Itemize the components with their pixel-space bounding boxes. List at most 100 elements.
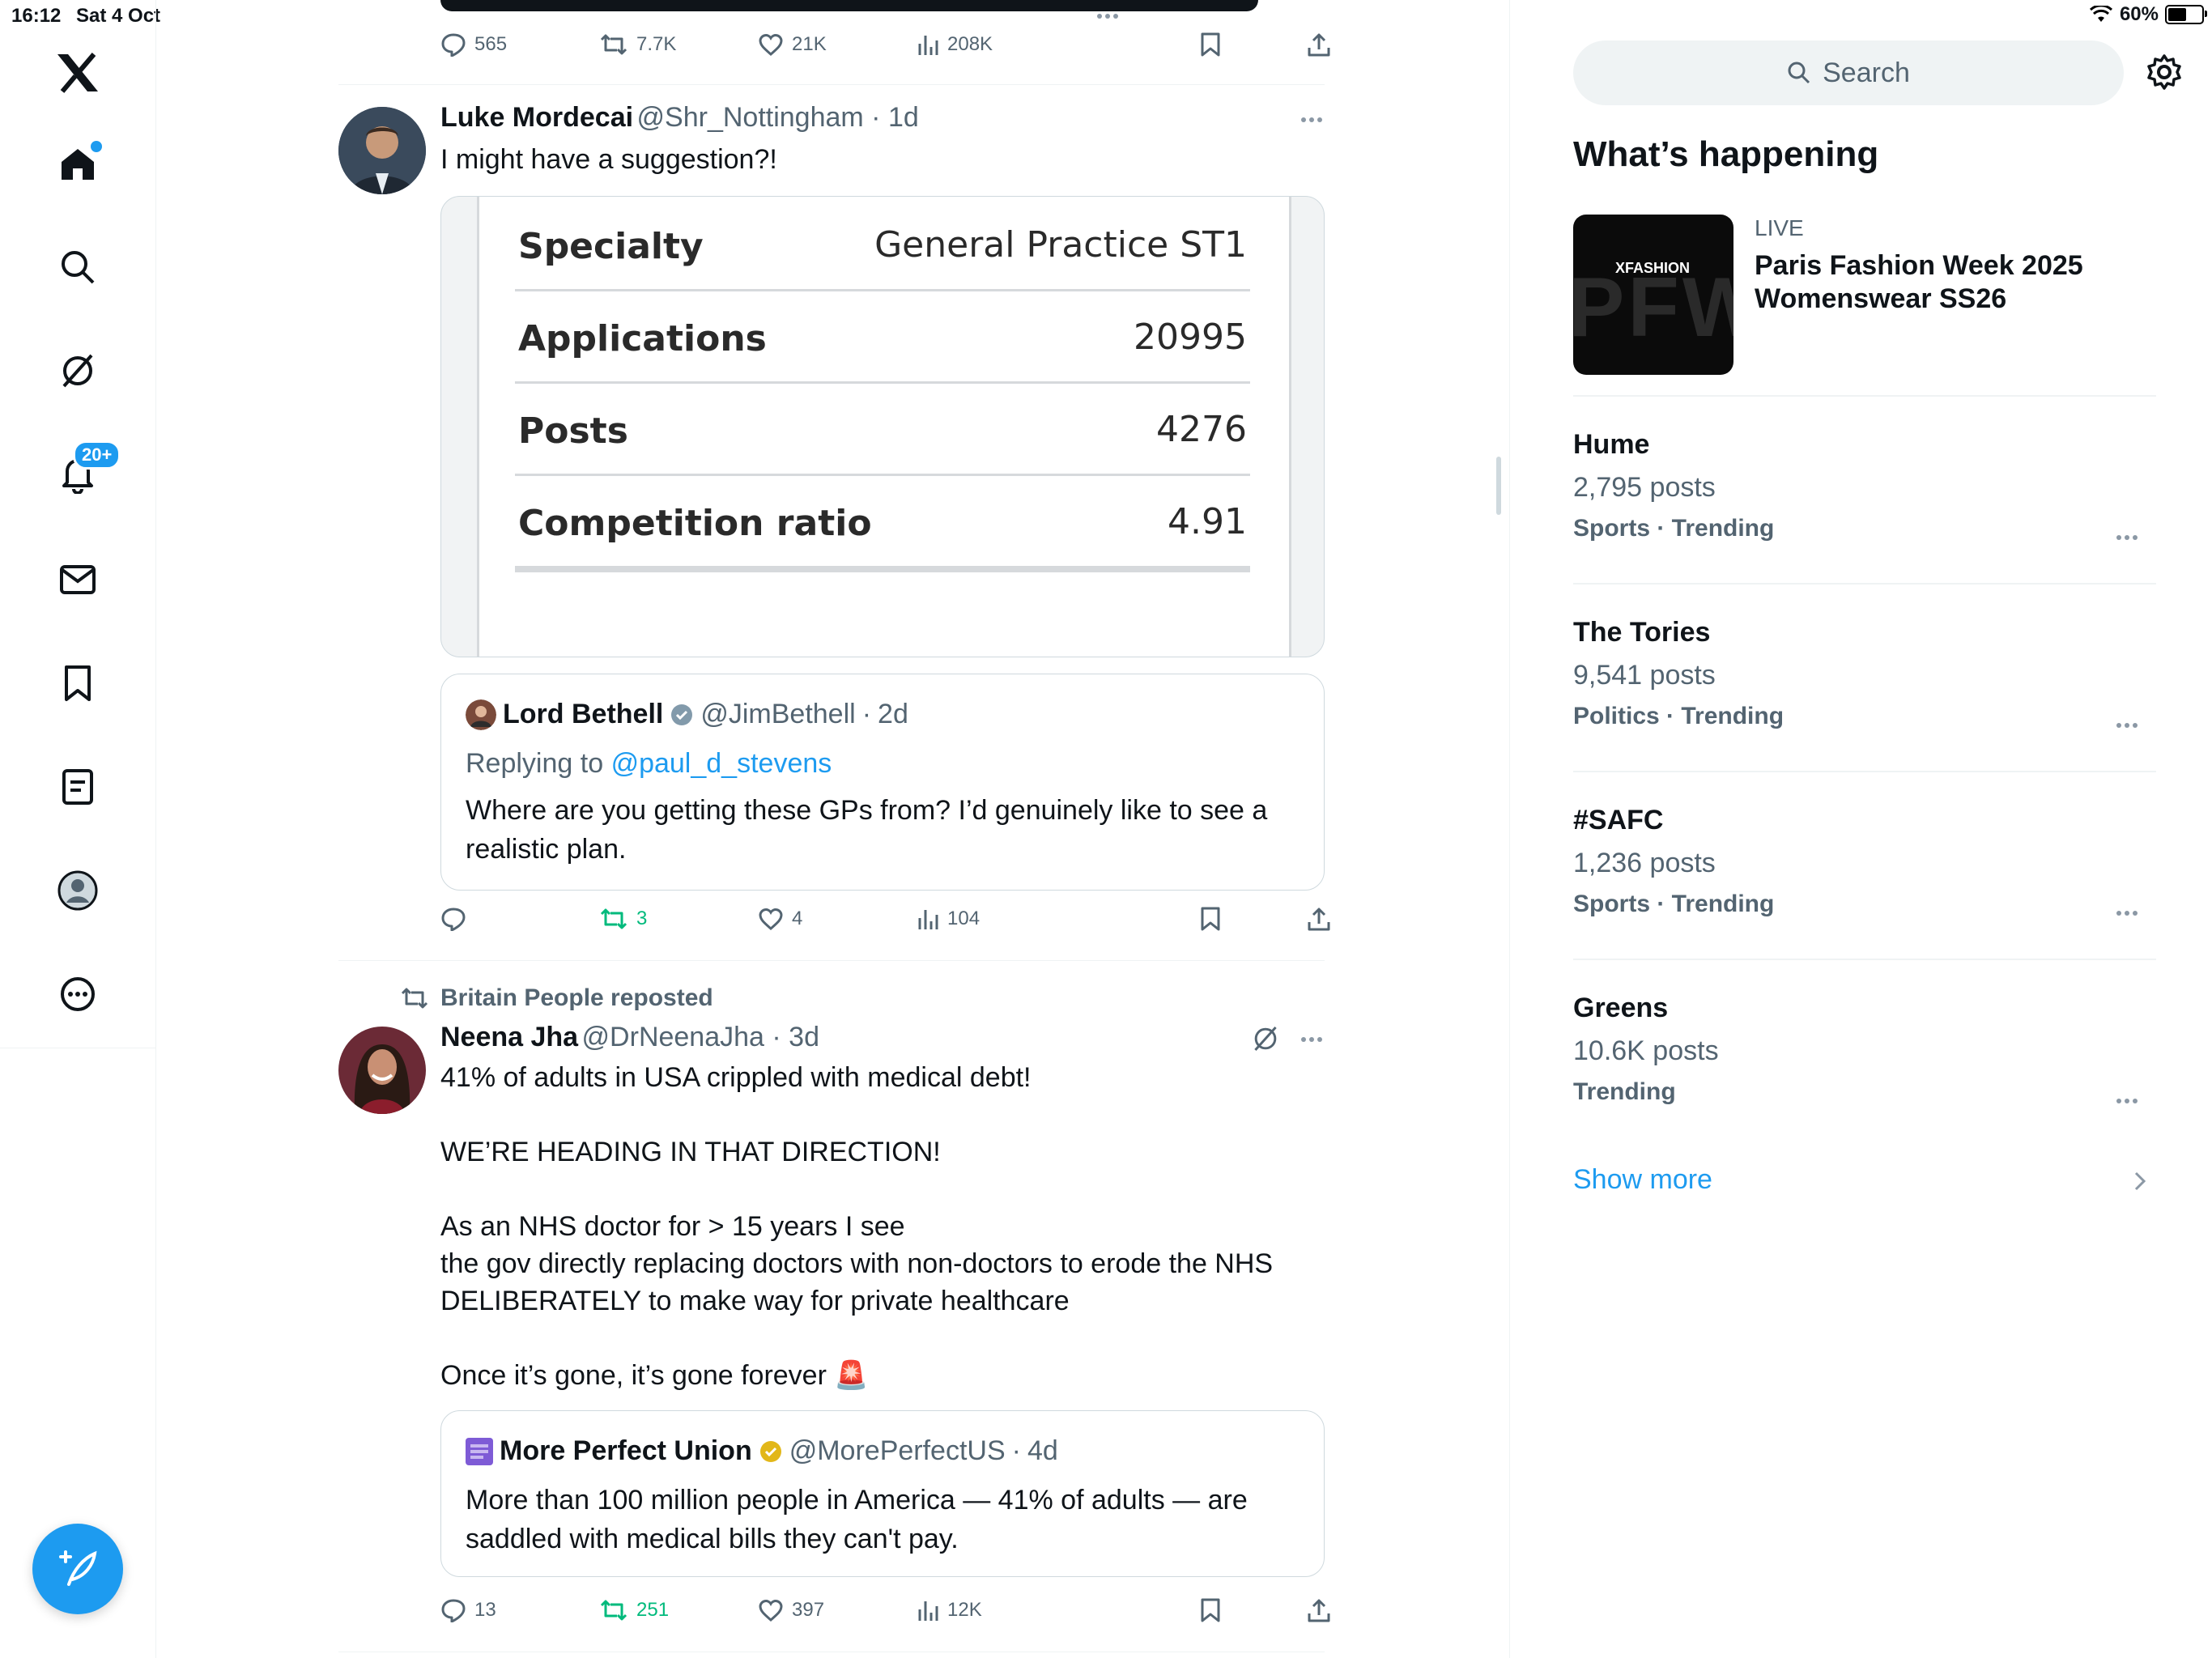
- heart-icon: [759, 908, 783, 930]
- tweet-time[interactable]: 3d: [789, 1022, 819, 1052]
- trend-more-icon[interactable]: [2111, 905, 2143, 921]
- repost-icon: [600, 908, 627, 929]
- notifications-badge: 20+: [73, 440, 121, 470]
- tweet-text: 41% of adults in USA crippled with medic…: [440, 1062, 1274, 1391]
- featured-title[interactable]: Paris Fashion Week 2025 Womenswear SS26: [1755, 249, 2143, 316]
- repost-icon: [600, 1600, 627, 1621]
- split-view-handle[interactable]: [1496, 457, 1501, 515]
- table-row: Specialty General Practice ST1: [515, 197, 1250, 291]
- author-name[interactable]: Luke Mordecai: [440, 102, 633, 133]
- share-button[interactable]: [1307, 26, 1331, 63]
- tweet-text: I might have a suggestion?!: [440, 144, 777, 175]
- share-icon: [1308, 1599, 1330, 1622]
- show-more-link[interactable]: Show more: [1573, 1164, 1712, 1196]
- messages-icon[interactable]: [49, 551, 107, 609]
- tweet-header: Neena Jha @DrNeenaJha · 3d: [440, 1022, 819, 1052]
- reply-icon: [441, 33, 466, 57]
- sidebar: 20+: [0, 0, 156, 1658]
- views-icon: [918, 1601, 938, 1621]
- home-unread-dot: [91, 141, 102, 152]
- views-button[interactable]: 208K: [917, 26, 993, 63]
- quote-avatar: [466, 699, 496, 730]
- trend-more-icon[interactable]: [2111, 529, 2143, 546]
- avatar[interactable]: [338, 1027, 426, 1114]
- quote-avatar: [466, 1437, 493, 1465]
- share-button[interactable]: [1307, 1592, 1331, 1629]
- replying-to: Replying to @paul_d_stevens: [466, 748, 832, 779]
- repost-indicator: Britain People reposted: [400, 984, 713, 1012]
- avatar[interactable]: [338, 107, 426, 194]
- timeline-feed[interactable]: 565 7.7K 21K 208K Luke Mordecai @Shr_Not…: [338, 0, 1330, 1658]
- trend-item[interactable]: The Tories 9,541 posts Politics · Trendi…: [1573, 617, 2156, 730]
- search-icon[interactable]: [49, 238, 107, 296]
- share-icon: [1308, 908, 1330, 931]
- repost-button[interactable]: 7.7K: [599, 26, 676, 63]
- featured-image[interactable]: PFW XFASHION: [1573, 215, 1733, 375]
- more-menu-icon[interactable]: [49, 965, 107, 1023]
- grok-icon[interactable]: [49, 342, 107, 400]
- trend-more-icon[interactable]: [2111, 1093, 2143, 1109]
- repost-icon: [401, 988, 428, 1009]
- trend-more-icon[interactable]: [2111, 717, 2143, 733]
- trend-divider: [1573, 771, 2156, 772]
- table-row: Applications 20995: [515, 289, 1250, 384]
- tweet-actions: 3 4 104: [440, 900, 1330, 937]
- tweet-divider: [338, 960, 1325, 961]
- compose-post-button[interactable]: [32, 1524, 123, 1614]
- top-tweet-actions: 565 7.7K 21K 208K: [440, 26, 1330, 63]
- search-input[interactable]: Search: [1573, 40, 2124, 105]
- quoted-tweet[interactable]: Lord Bethell @JimBethell · 2d Replying to …: [440, 674, 1325, 891]
- reply-button[interactable]: 13: [440, 1592, 496, 1629]
- search-placeholder: Search: [1823, 57, 1910, 88]
- tweet-time[interactable]: 1d: [888, 102, 919, 133]
- table-row: Posts 4276: [515, 381, 1250, 476]
- quote-header: More Perfect Union @MorePerfectUS · 4d: [466, 1435, 1058, 1467]
- bookmark-icon: [1201, 907, 1220, 931]
- share-icon: [1308, 33, 1330, 57]
- repost-button[interactable]: 3: [599, 900, 647, 937]
- tweet-image[interactable]: Specialty General Practice ST1 Applicati…: [440, 196, 1325, 657]
- profile-avatar-icon[interactable]: [49, 861, 107, 920]
- author-name[interactable]: Neena Jha: [440, 1022, 578, 1052]
- bookmark-button[interactable]: [1200, 1592, 1221, 1629]
- bookmark-button[interactable]: [1200, 900, 1221, 937]
- bookmarks-icon[interactable]: [49, 654, 107, 712]
- live-label: LIVE: [1755, 215, 1804, 240]
- quote-text: More than 100 million people in America …: [466, 1485, 1248, 1554]
- gear-icon[interactable]: [2146, 53, 2183, 91]
- views-button[interactable]: 12K: [917, 1592, 982, 1629]
- reply-button[interactable]: [440, 900, 474, 937]
- media-more-icon[interactable]: [1091, 8, 1124, 24]
- like-button[interactable]: 397: [758, 1592, 824, 1629]
- verified-gold-icon: [759, 1440, 781, 1462]
- trend-divider: [1573, 395, 2156, 397]
- bookmark-button[interactable]: [1200, 26, 1221, 63]
- share-button[interactable]: [1307, 900, 1331, 937]
- chevron-right-icon: [2133, 1171, 2146, 1192]
- author-handle[interactable]: @DrNeenaJha: [582, 1022, 764, 1052]
- author-handle[interactable]: @Shr_Nottingham: [637, 102, 864, 133]
- quote-header: Lord Bethell @JimBethell · 2d: [466, 699, 908, 730]
- bookmark-icon: [1201, 1598, 1220, 1622]
- reply-button[interactable]: 565: [440, 26, 507, 63]
- views-icon: [918, 910, 938, 929]
- trend-item[interactable]: Hume 2,795 posts Sports · Trending: [1573, 429, 2156, 542]
- views-button[interactable]: 104: [917, 900, 980, 937]
- trend-item[interactable]: Greens 10.6K posts Trending: [1573, 993, 2156, 1106]
- notifications-icon[interactable]: 20+: [49, 440, 121, 504]
- tweet-more-icon[interactable]: [1295, 112, 1328, 128]
- like-button[interactable]: 21K: [758, 26, 827, 63]
- image-paper: Specialty General Practice ST1 Applicati…: [477, 197, 1291, 657]
- x-logo-icon[interactable]: [49, 44, 107, 102]
- trend-item[interactable]: #SAFC 1,236 posts Sports · Trending: [1573, 805, 2156, 918]
- quoted-tweet[interactable]: More Perfect Union @MorePerfectUS · 4d Mor…: [440, 1410, 1325, 1577]
- mention-link[interactable]: @paul_d_stevens: [611, 748, 832, 779]
- tweet-more-icon[interactable]: [1295, 1031, 1328, 1048]
- home-icon[interactable]: [49, 134, 107, 193]
- grok-icon[interactable]: [1252, 1025, 1279, 1052]
- repost-button[interactable]: 251: [599, 1592, 669, 1629]
- views-icon: [918, 36, 938, 55]
- lists-icon[interactable]: [49, 758, 107, 816]
- quote-text: Where are you getting these GPs from? I’…: [466, 795, 1268, 865]
- like-button[interactable]: 4: [758, 900, 802, 937]
